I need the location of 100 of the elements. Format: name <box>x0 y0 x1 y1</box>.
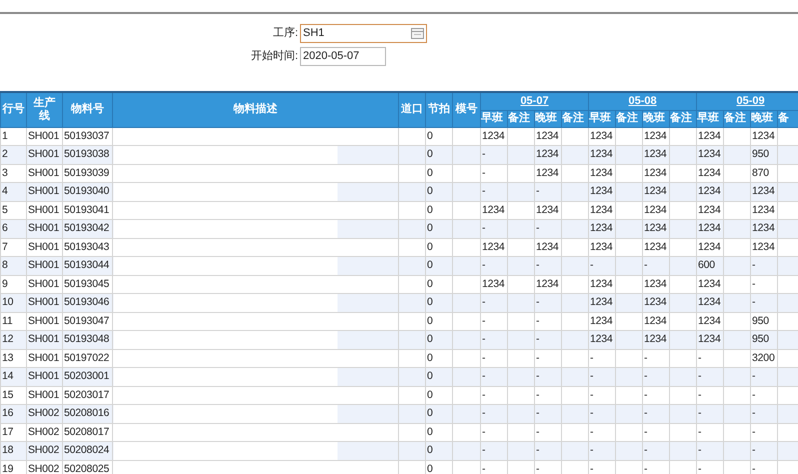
column-header[interactable]: 备注 <box>562 110 589 127</box>
table-cell: 0 <box>426 330 452 349</box>
table-cell: SH001 <box>26 146 62 164</box>
table-cell: - <box>750 460 778 474</box>
table-cell: 1234 <box>642 294 670 312</box>
table-cell: - <box>480 330 508 349</box>
table-cell: 1234 <box>588 146 616 164</box>
table-cell: 950 <box>750 330 778 349</box>
column-header[interactable]: 节拍 <box>426 92 452 127</box>
field-label: 开始时间: <box>250 48 299 64</box>
table-cell: 1234 <box>588 294 616 312</box>
table-cell: 1234 <box>696 330 724 349</box>
table-cell: 1234 <box>642 330 670 349</box>
table-cell: 14 <box>0 368 26 386</box>
table-cell: 1234 <box>642 146 670 164</box>
table-cell: - <box>696 368 724 386</box>
table-cell: 0 <box>426 404 452 423</box>
table-cell: - <box>642 442 670 460</box>
table-cell: 0 <box>426 368 452 386</box>
table-cell: - <box>480 256 508 275</box>
table-cell: - <box>480 146 508 164</box>
column-header[interactable]: 物料描述 <box>112 92 398 127</box>
table-cell: - <box>696 404 724 423</box>
table-cell: SH002 <box>26 460 62 474</box>
table-cell: - <box>534 294 562 312</box>
column-header[interactable]: 道口 <box>398 92 426 127</box>
table-cell: 0 <box>426 460 452 474</box>
table-cell: 8 <box>0 256 26 275</box>
table-cell: - <box>588 442 616 460</box>
date-header[interactable]: 05-08 <box>588 92 697 110</box>
table-cell: 1234 <box>588 182 616 201</box>
table-cell: 0 <box>426 256 452 275</box>
column-header[interactable]: 行号 <box>0 92 26 127</box>
table-cell: - <box>750 442 778 460</box>
table-cell: SH001 <box>26 220 62 238</box>
column-header[interactable]: 晚班 <box>642 110 670 127</box>
table-cell: SH002 <box>26 442 62 460</box>
table-cell: 1234 <box>696 182 724 201</box>
table-cell: 1234 <box>750 182 778 201</box>
column-header[interactable]: 备注 <box>670 110 697 127</box>
column-header[interactable]: 备注 <box>616 110 643 127</box>
table-cell: 950 <box>750 146 778 164</box>
table-cell: 1234 <box>696 146 724 164</box>
column-header[interactable]: 备注 <box>508 110 534 127</box>
list-icon[interactable] <box>411 28 424 38</box>
table-cell: 6 <box>0 220 26 238</box>
table-cell: 10 <box>0 294 26 312</box>
table-cell: - <box>588 404 616 423</box>
table-cell: - <box>588 460 616 474</box>
table-cell: 1234 <box>588 330 616 349</box>
table-cell: - <box>642 256 670 275</box>
column-header[interactable]: 物料号 <box>62 92 112 127</box>
table-cell: 1234 <box>696 220 724 238</box>
table-cell: - <box>750 294 778 312</box>
table-cell: 18 <box>0 442 26 460</box>
table-cell: - <box>534 442 562 460</box>
table-cell: - <box>588 256 616 275</box>
table-cell: 0 <box>426 182 452 201</box>
column-header[interactable]: 晚班 <box>750 110 778 127</box>
column-header[interactable]: 生产线 <box>26 92 62 127</box>
table-cell: - <box>588 368 616 386</box>
table-cell: SH001 <box>26 368 62 386</box>
column-header[interactable]: 早班 <box>696 110 724 127</box>
column-header[interactable]: 早班 <box>588 110 616 127</box>
table-cell: - <box>480 220 508 238</box>
table-cell: - <box>480 404 508 423</box>
table-cell: 1234 <box>534 146 562 164</box>
table-cell: - <box>534 182 562 201</box>
column-header[interactable]: 备 <box>778 110 798 127</box>
table-cell: - <box>642 460 670 474</box>
table-cell: - <box>750 404 778 423</box>
table-cell: 1234 <box>696 294 724 312</box>
table-cell: - <box>534 404 562 423</box>
table-cell: - <box>696 460 724 474</box>
input-field[interactable]: SH1 <box>300 24 427 42</box>
table-cell: SH002 <box>26 404 62 423</box>
table-cell: 0 <box>426 294 452 312</box>
table-cell: - <box>534 330 562 349</box>
field-label: 工序: <box>272 26 299 41</box>
table-cell: - <box>480 460 508 474</box>
table-cell: 1234 <box>588 220 616 238</box>
table-cell: 0 <box>426 220 452 238</box>
table-cell: - <box>480 294 508 312</box>
table-cell: - <box>534 368 562 386</box>
column-header[interactable]: 晚班 <box>534 110 562 127</box>
column-header[interactable]: 备注 <box>724 110 751 127</box>
table-cell: - <box>750 256 778 275</box>
table-cell: 1234 <box>642 220 670 238</box>
table-cell: 19 <box>0 460 26 474</box>
date-header[interactable]: 05-07 <box>480 92 589 110</box>
column-header[interactable]: 早班 <box>480 110 508 127</box>
table-cell: - <box>534 460 562 474</box>
table-cell: SH001 <box>26 182 62 201</box>
input-field[interactable]: 2020-05-07 <box>300 46 386 66</box>
table-cell: SH001 <box>26 256 62 275</box>
table-cell: 600 <box>696 256 724 275</box>
table-cell: - <box>696 442 724 460</box>
table-cell: SH001 <box>26 330 62 349</box>
table-cell: - <box>642 404 670 423</box>
table-cell: 0 <box>426 442 452 460</box>
